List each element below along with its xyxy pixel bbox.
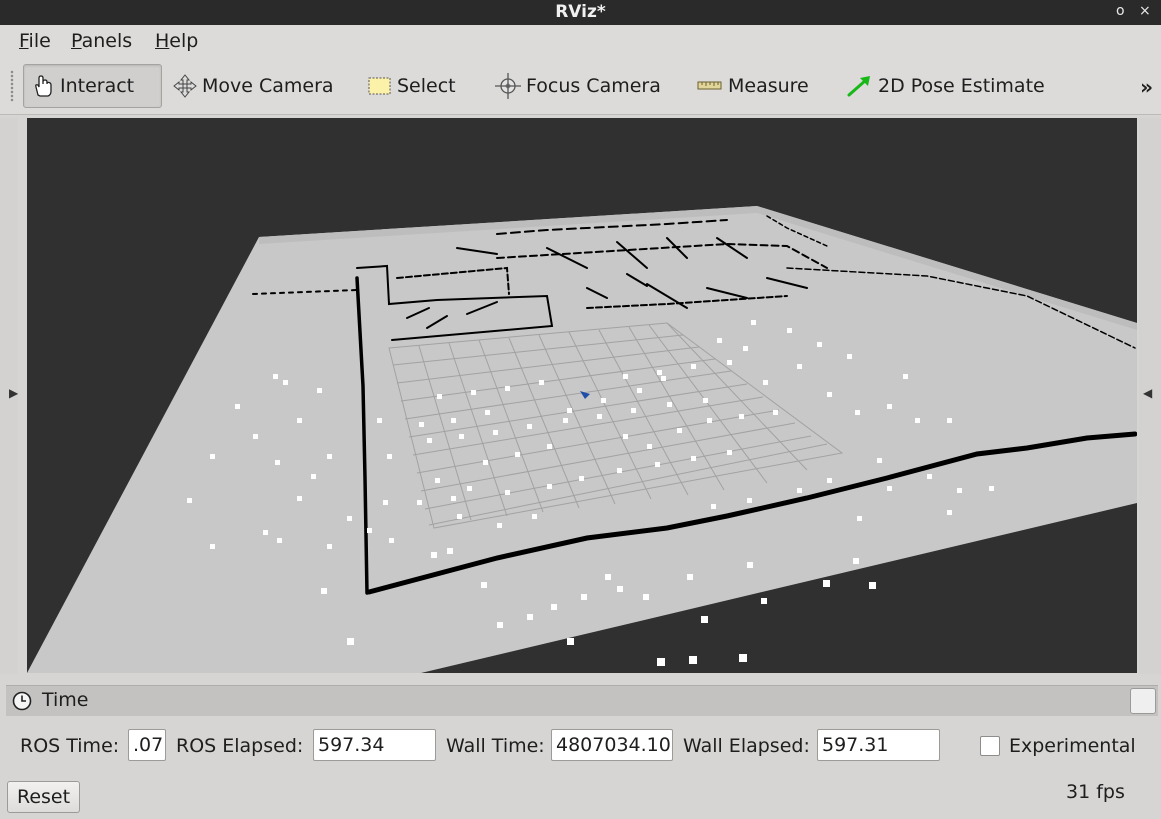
experimental-label: Experimental: [1009, 735, 1136, 757]
experimental-checkbox[interactable]: [980, 736, 1000, 756]
wall-time-label: Wall Time:: [446, 735, 545, 757]
time-panel-header[interactable]: Time: [6, 685, 1158, 716]
toolbar-grip[interactable]: [10, 70, 14, 102]
tool-select[interactable]: Select: [367, 64, 456, 108]
hand-icon: [35, 75, 52, 97]
green-arrow-icon: [847, 76, 870, 97]
ros-elapsed-label: ROS Elapsed:: [176, 735, 304, 757]
expand-right-icon: ◀: [1143, 386, 1153, 400]
tool-interact-label: Interact: [60, 75, 135, 97]
minimize-button[interactable]: o: [1116, 3, 1125, 19]
ruler-icon: [697, 81, 722, 90]
fps-readout: 31 fps: [1066, 781, 1125, 803]
window-title: RViz*: [555, 2, 606, 22]
tool-interact[interactable]: Interact: [23, 64, 162, 108]
menu-help-mnemonic: H: [155, 30, 170, 52]
menu-bar: File Panels Help: [0, 25, 1161, 58]
menu-file-label: ile: [28, 30, 51, 52]
tool-move-camera-label: Move Camera: [202, 75, 334, 97]
expand-left-icon: ▶: [9, 386, 19, 400]
menu-help[interactable]: Help: [155, 30, 198, 52]
menu-file[interactable]: File: [19, 30, 51, 52]
ros-time-field[interactable]: .07: [128, 729, 166, 761]
menu-panels[interactable]: Panels: [71, 30, 132, 52]
3d-render-view[interactable]: [27, 118, 1137, 673]
panel-float-button[interactable]: [1130, 688, 1156, 714]
tool-select-label: Select: [397, 75, 456, 97]
time-panel-title: Time: [42, 689, 89, 711]
wall-elapsed-label: Wall Elapsed:: [683, 735, 810, 757]
menu-panels-label: anels: [81, 30, 133, 52]
tool-measure[interactable]: Measure: [696, 64, 809, 108]
tool-2d-pose-estimate[interactable]: 2D Pose Estimate: [846, 64, 1045, 108]
close-button[interactable]: ×: [1139, 3, 1151, 19]
time-panel: ROS Time: .07 ROS Elapsed: 597.34 Wall T…: [0, 716, 1161, 819]
clock-icon: [12, 691, 32, 711]
menu-file-mnemonic: F: [19, 30, 29, 52]
tools-toolbar: Interact Move Camera Select Focus Camera…: [0, 58, 1161, 115]
menu-panels-mnemonic: P: [71, 30, 82, 52]
rviz-window: RViz* o × File Panels Help Interact Move…: [0, 0, 1161, 819]
ros-time-label: ROS Time:: [20, 735, 120, 757]
wall-time-field[interactable]: 4807034.10: [551, 729, 673, 761]
panel-splitter[interactable]: [0, 674, 1161, 684]
menu-help-label: elp: [169, 30, 199, 52]
ros-elapsed-field[interactable]: 597.34: [313, 729, 436, 761]
scene-svg: [27, 206, 1137, 673]
tool-measure-label: Measure: [728, 75, 809, 97]
move-arrows-icon: [173, 74, 197, 98]
left-dock-handle[interactable]: ▶: [0, 118, 18, 674]
crosshair-icon: [495, 73, 521, 99]
tool-focus-camera[interactable]: Focus Camera: [494, 64, 661, 108]
tool-move-camera[interactable]: Move Camera: [172, 64, 334, 108]
tool-focus-camera-label: Focus Camera: [526, 75, 661, 97]
tool-2d-pose-estimate-label: 2D Pose Estimate: [878, 75, 1045, 97]
toolbar-overflow-button[interactable]: »: [1140, 75, 1153, 99]
select-rectangle-icon: [368, 77, 391, 95]
right-dock-handle[interactable]: ◀: [1139, 118, 1161, 674]
reset-button[interactable]: Reset: [7, 781, 81, 813]
title-bar[interactable]: RViz* o ×: [0, 0, 1161, 25]
wall-elapsed-field[interactable]: 597.31: [817, 729, 940, 761]
